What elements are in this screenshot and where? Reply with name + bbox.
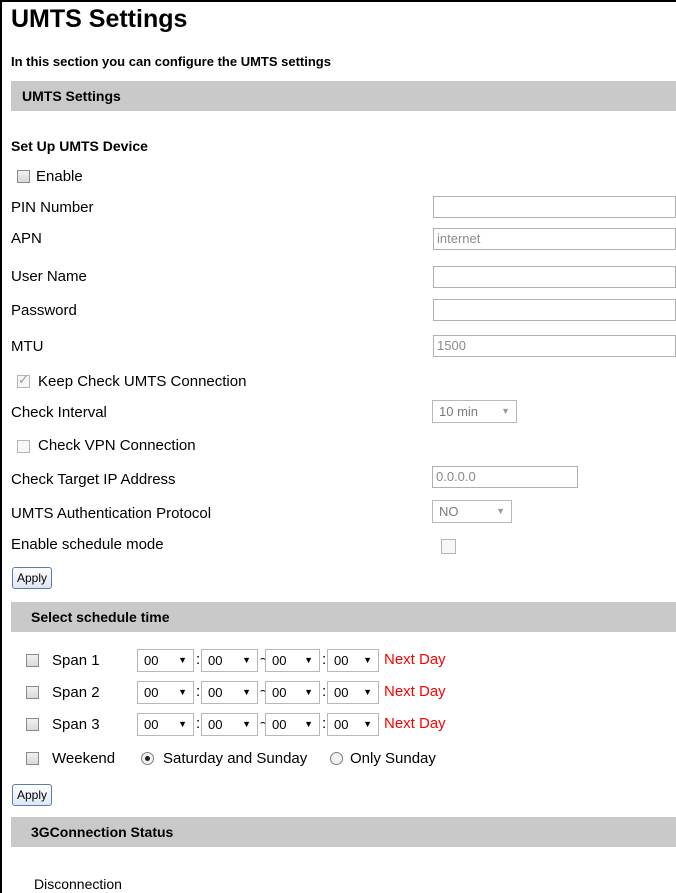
chevron-down-icon: ▼ — [242, 687, 251, 697]
span-1-next-day-label: Next Day — [384, 651, 446, 668]
saturday-sunday-label: Saturday and Sunday — [163, 750, 308, 767]
span-1-checkbox[interactable] — [26, 654, 39, 667]
chevron-down-icon: ▼ — [304, 655, 313, 665]
check-target-ip-input[interactable]: 0.0.0.0 — [432, 466, 578, 488]
colon-separator: : — [322, 683, 327, 700]
span-1-end-min-value: 00 — [334, 653, 349, 668]
span-3-start-hour-value: 00 — [144, 717, 159, 732]
auth-protocol-label: UMTS Authentication Protocol — [11, 505, 212, 522]
apn-input[interactable]: internet — [433, 228, 676, 250]
span-1-label: Span 1 — [52, 652, 100, 669]
keep-check-umts-checkbox[interactable] — [17, 372, 30, 388]
span-2-end-min-value: 00 — [334, 685, 349, 700]
connection-status-text: Disconnection — [34, 876, 122, 892]
apn-label: APN — [11, 230, 42, 247]
span-2-checkbox[interactable] — [26, 686, 39, 699]
pin-number-label: PIN Number — [11, 199, 94, 216]
span-3-end-hour-value: 00 — [272, 717, 287, 732]
check-vpn-checkbox[interactable] — [17, 440, 30, 453]
mtu-label: MTU — [11, 338, 44, 355]
chevron-down-icon: ▼ — [501, 406, 510, 416]
check-target-ip-label: Check Target IP Address — [11, 471, 176, 488]
span-3-label: Span 3 — [52, 716, 100, 733]
span-3-checkbox[interactable] — [26, 718, 39, 731]
chevron-down-icon: ▼ — [178, 655, 187, 665]
colon-separator: : — [322, 715, 327, 732]
colon-separator: : — [196, 683, 201, 700]
user-name-label: User Name — [11, 268, 87, 285]
only-sunday-radio[interactable] — [330, 752, 343, 765]
check-interval-select[interactable]: 10 min ▼ — [432, 400, 517, 423]
umts-settings-header: UMTS Settings — [11, 81, 676, 111]
span-2-start-min-value: 00 — [208, 685, 223, 700]
schedule-apply-button[interactable]: Apply — [12, 784, 53, 806]
span-3-end-min-select[interactable]: 00 ▼ — [327, 713, 379, 736]
colon-separator: : — [196, 715, 201, 732]
password-label: Password — [11, 302, 77, 319]
chevron-down-icon: ▼ — [496, 506, 505, 516]
chevron-down-icon: ▼ — [242, 719, 251, 729]
span-1-start-hour-select[interactable]: 00 ▼ — [137, 649, 194, 672]
check-interval-value: 10 min — [439, 404, 479, 419]
check-vpn-label: Check VPN Connection — [38, 437, 196, 454]
auth-protocol-select[interactable]: NO ▼ — [432, 500, 512, 523]
span-2-label: Span 2 — [52, 684, 100, 701]
span-1-start-hour-value: 00 — [144, 653, 159, 668]
enable-label: Enable — [36, 168, 83, 185]
saturday-sunday-radio[interactable] — [141, 752, 154, 765]
span-2-end-hour-value: 00 — [272, 685, 287, 700]
chevron-down-icon: ▼ — [363, 687, 372, 697]
span-2-start-min-select[interactable]: 00 ▼ — [201, 681, 258, 704]
span-3-end-hour-select[interactable]: 00 ▼ — [265, 713, 320, 736]
pin-number-input[interactable] — [433, 196, 676, 218]
colon-separator: : — [322, 651, 327, 668]
connection-status-header: 3GConnection Status — [11, 817, 676, 847]
user-name-input[interactable] — [433, 266, 676, 288]
page-title: UMTS Settings — [11, 5, 188, 33]
mtu-input[interactable]: 1500 — [433, 335, 676, 357]
only-sunday-label: Only Sunday — [350, 750, 436, 767]
chevron-down-icon: ▼ — [304, 719, 313, 729]
weekend-checkbox[interactable] — [26, 752, 39, 765]
setup-umts-device-label: Set Up UMTS Device — [11, 138, 148, 154]
span-1-end-hour-select[interactable]: 00 ▼ — [265, 649, 320, 672]
span-1-start-min-value: 00 — [208, 653, 223, 668]
span-1-end-hour-value: 00 — [272, 653, 287, 668]
chevron-down-icon: ▼ — [363, 719, 372, 729]
colon-separator: : — [196, 651, 201, 668]
apply-button[interactable]: Apply — [12, 567, 53, 589]
auth-protocol-value: NO — [439, 504, 459, 519]
schedule-time-header: Select schedule time — [11, 602, 676, 632]
chevron-down-icon: ▼ — [178, 719, 187, 729]
chevron-down-icon: ▼ — [363, 655, 372, 665]
span-3-start-hour-select[interactable]: 00 ▼ — [137, 713, 194, 736]
span-3-next-day-label: Next Day — [384, 715, 446, 732]
check-interval-label: Check Interval — [11, 404, 107, 421]
span-2-end-min-select[interactable]: 00 ▼ — [327, 681, 379, 704]
weekend-label: Weekend — [52, 750, 116, 767]
chevron-down-icon: ▼ — [304, 687, 313, 697]
span-1-end-min-select[interactable]: 00 ▼ — [327, 649, 379, 672]
span-3-end-min-value: 00 — [334, 717, 349, 732]
span-3-start-min-select[interactable]: 00 ▼ — [201, 713, 258, 736]
span-2-start-hour-select[interactable]: 00 ▼ — [137, 681, 194, 704]
chevron-down-icon: ▼ — [178, 687, 187, 697]
enable-checkbox[interactable] — [17, 170, 30, 183]
keep-check-umts-label: Keep Check UMTS Connection — [38, 373, 247, 390]
page-subtitle: In this section you can configure the UM… — [11, 54, 331, 69]
schedule-mode-checkbox[interactable] — [441, 539, 456, 554]
span-2-end-hour-select[interactable]: 00 ▼ — [265, 681, 320, 704]
span-2-next-day-label: Next Day — [384, 683, 446, 700]
password-input[interactable] — [433, 299, 676, 321]
schedule-mode-label: Enable schedule mode — [11, 536, 164, 553]
span-2-start-hour-value: 00 — [144, 685, 159, 700]
span-3-start-min-value: 00 — [208, 717, 223, 732]
chevron-down-icon: ▼ — [242, 655, 251, 665]
span-1-start-min-select[interactable]: 00 ▼ — [201, 649, 258, 672]
